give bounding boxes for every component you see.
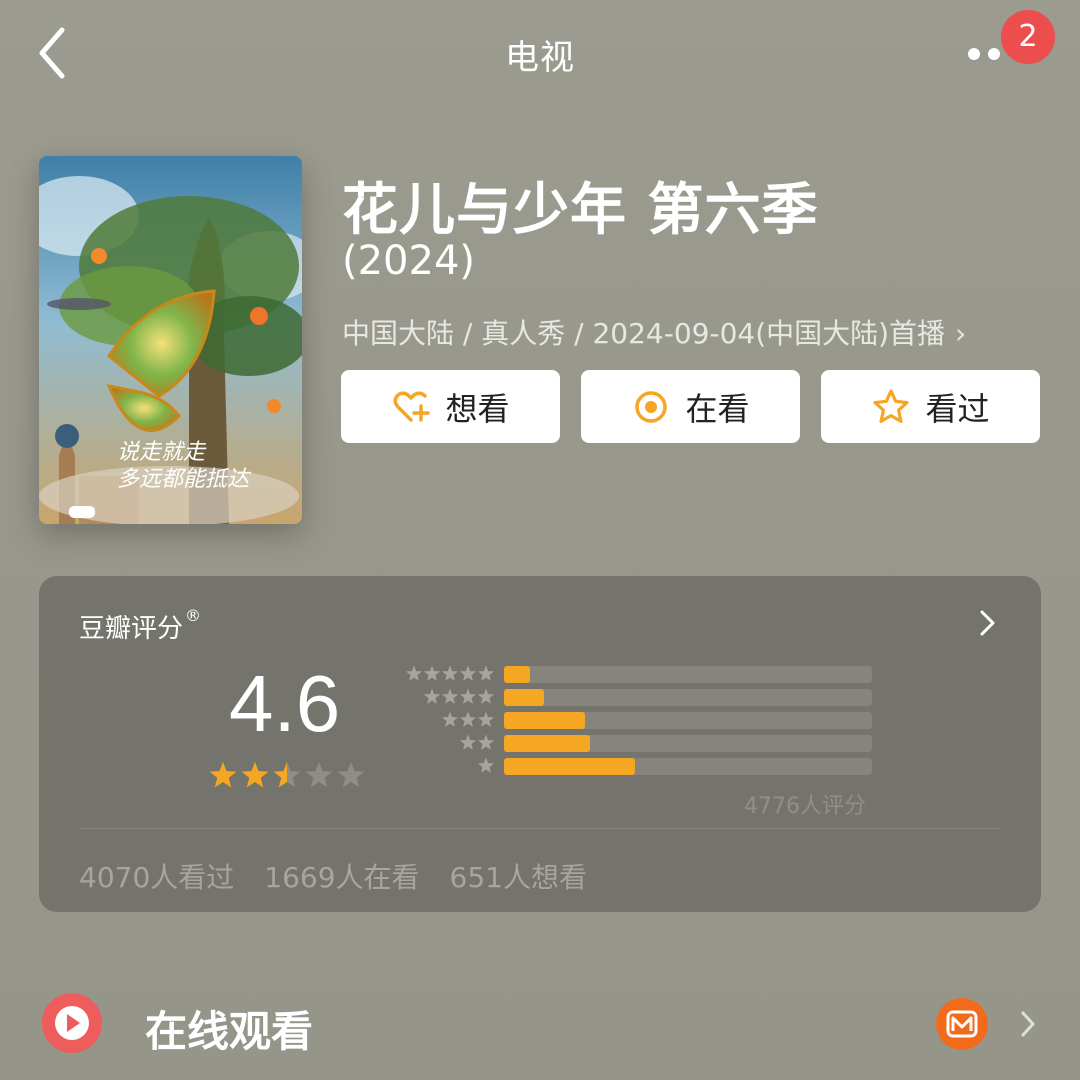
chevron-right-icon[interactable] xyxy=(975,606,999,640)
distribution-row-5-star xyxy=(399,664,879,684)
rating-star-filled-icon xyxy=(209,762,237,788)
show-title: 花儿与少年 第六季 xyxy=(342,178,819,243)
poster-artwork: 说走就走 多远都能抵达 xyxy=(39,156,302,524)
distribution-bar-fill xyxy=(504,666,530,683)
rating-score: 4.6 xyxy=(229,659,341,748)
distribution-stars-icon xyxy=(423,688,495,704)
want-to-watch-label: 想看 xyxy=(445,389,510,428)
distribution-row-2-star xyxy=(399,733,879,753)
poster-image[interactable]: 说走就走 多远都能抵达 xyxy=(39,156,302,524)
notification-badge[interactable]: 2 xyxy=(1001,10,1055,64)
show-meta: 中国大陆 / 真人秀 / 2024-09-04(中国大陆)首播 xyxy=(342,317,946,350)
chevron-right-icon[interactable] xyxy=(1018,1008,1038,1040)
provider-logo[interactable] xyxy=(936,998,988,1050)
distribution-stars-icon xyxy=(477,757,495,773)
watched-label: 看过 xyxy=(925,389,990,428)
star-outline-icon xyxy=(873,388,910,423)
rating-stars xyxy=(207,760,367,792)
distribution-bar-fill xyxy=(504,689,545,706)
mango-tv-icon xyxy=(946,1010,978,1038)
rating-star-icon xyxy=(337,762,365,788)
play-button[interactable] xyxy=(42,993,102,1053)
more-dot-icon xyxy=(988,48,1000,60)
target-icon xyxy=(635,390,668,423)
chevron-right-icon: › xyxy=(955,317,967,350)
poster-slogan-line1: 说走就走 xyxy=(117,440,207,465)
rating-label: 豆瓣评分 ® xyxy=(79,606,202,645)
distribution-bar-track xyxy=(504,689,872,706)
audience-stats: 4070人看过 1669人在看 651人想看 xyxy=(79,856,617,896)
show-year: (2024) xyxy=(342,238,476,284)
divider xyxy=(79,828,1001,829)
rating-star-icon xyxy=(305,762,333,788)
want-count: 651人想看 xyxy=(449,861,587,894)
poster-logo xyxy=(69,506,95,518)
heart-plus-icon xyxy=(393,391,431,422)
watch-online-label[interactable]: 在线观看 xyxy=(145,998,313,1059)
distribution-bar-track xyxy=(504,666,872,683)
more-dot-icon xyxy=(968,48,980,60)
page-title: 电视 xyxy=(505,38,575,78)
distribution-stars-icon xyxy=(441,711,495,727)
rating-star-filled-icon xyxy=(241,762,269,788)
distribution-row-1-star xyxy=(399,756,879,776)
show-meta-link[interactable]: 中国大陆 / 真人秀 / 2024-09-04(中国大陆)首播 › xyxy=(342,312,966,352)
distribution-stars-icon xyxy=(405,665,495,681)
distribution-bar-fill xyxy=(504,758,635,775)
rating-count: 4776人评分 xyxy=(744,794,866,819)
watched-count: 4070人看过 xyxy=(79,861,235,894)
watched-button[interactable]: 看过 xyxy=(821,370,1040,443)
watching-label: 在看 xyxy=(685,389,750,428)
distribution-bar-fill xyxy=(504,735,591,752)
watching-button[interactable]: 在看 xyxy=(581,370,800,443)
poster-slogan-line2: 多远都能抵达 xyxy=(117,467,252,492)
distribution-bar-fill xyxy=(504,712,585,729)
distribution-bar-track xyxy=(504,712,872,729)
distribution-bar-track xyxy=(504,758,872,775)
registered-mark: ® xyxy=(185,606,202,625)
distribution-stars-icon xyxy=(459,734,495,750)
distribution-bar-track xyxy=(504,735,872,752)
rating-card: 豆瓣评分 ® 4.6 4776人评分 4070人看过 1669人在看 651人想看 xyxy=(39,576,1041,912)
distribution-row-4-star xyxy=(399,687,879,707)
rating-source: 豆瓣评分 xyxy=(79,614,184,644)
watching-count: 1669人在看 xyxy=(264,861,420,894)
play-icon xyxy=(55,1006,89,1040)
want-to-watch-button[interactable]: 想看 xyxy=(341,370,560,443)
distribution-row-3-star xyxy=(399,710,879,730)
